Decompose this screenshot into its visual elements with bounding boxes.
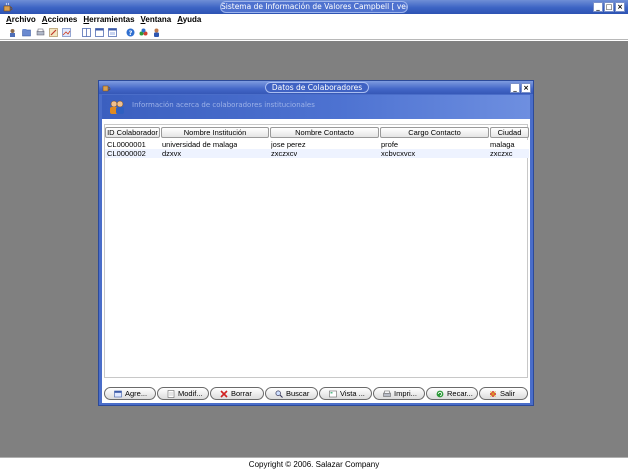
- view-icon: [329, 390, 337, 397]
- header-description: Información acerca de colaboradores inst…: [132, 101, 315, 109]
- action-button-bar: Agre... Modif... Borrar Buscar Vista ...…: [102, 383, 530, 401]
- menu-ventana[interactable]: Ventana: [141, 14, 172, 26]
- frame-minimize-button[interactable]: _: [510, 83, 520, 93]
- delete-button[interactable]: Borrar: [210, 387, 264, 400]
- print-icon[interactable]: [36, 28, 45, 37]
- cell-ciudad: zxczxc: [490, 149, 513, 158]
- column-header-cargo[interactable]: Cargo Contacto: [380, 127, 489, 138]
- user-icon[interactable]: [8, 28, 17, 37]
- reload-button[interactable]: Recar...: [426, 387, 478, 400]
- toolbar: ?: [0, 26, 628, 40]
- column-header-ciudad[interactable]: Ciudad: [490, 127, 529, 138]
- search-button-label: Buscar: [286, 389, 310, 398]
- modify-icon: [167, 389, 175, 398]
- view-button-label: Vista ...: [340, 389, 365, 398]
- close-button[interactable]: ×: [615, 2, 625, 12]
- people-icon: [110, 100, 124, 114]
- colaboradores-table: ID Colaborador Nombre Institución Nombre…: [104, 124, 529, 378]
- column-header-contacto[interactable]: Nombre Contacto: [270, 127, 379, 138]
- cell-institucion: dzxvx: [162, 149, 182, 158]
- status-bar: Copyright © 2006. Salazar Company: [0, 457, 628, 471]
- delete-button-label: Borrar: [231, 389, 252, 398]
- menu-acciones[interactable]: Acciones: [42, 14, 78, 26]
- exit-button-label: Salir: [500, 389, 516, 398]
- menu-ayuda[interactable]: Ayuda: [177, 14, 201, 26]
- cell-id: CL0000001: [107, 140, 146, 149]
- modify-button[interactable]: Modif...: [157, 387, 209, 400]
- edit-icon[interactable]: [49, 28, 58, 37]
- view-button[interactable]: Vista ...: [319, 387, 372, 400]
- svg-text:?: ?: [129, 29, 133, 37]
- column-header-institucion[interactable]: Nombre Institución: [161, 127, 269, 138]
- colaboradores-window: Datos de Colaboradores _ × Información a…: [98, 80, 534, 406]
- app-logo-icon: [3, 2, 13, 12]
- help-icon[interactable]: ?: [126, 28, 135, 37]
- group-icon[interactable]: [139, 28, 148, 37]
- folder-icon[interactable]: [22, 28, 31, 37]
- window-icon[interactable]: [108, 28, 117, 37]
- frame-body: Información acerca de colaboradores inst…: [102, 95, 530, 403]
- person-icon[interactable]: [152, 28, 161, 37]
- cell-cargo: profe: [381, 140, 399, 149]
- minimize-button[interactable]: _: [593, 2, 603, 12]
- app-window-title: Sistema de Información de Valores Campbe…: [220, 1, 408, 13]
- maximize-button[interactable]: □: [604, 2, 614, 12]
- reload-icon: [436, 390, 444, 397]
- layout-icon[interactable]: [82, 28, 91, 37]
- cell-contacto: jose perez: [271, 140, 306, 149]
- exit-icon: [490, 390, 496, 397]
- modify-button-label: Modif...: [178, 389, 203, 398]
- cell-id: CL0000002: [107, 149, 146, 158]
- header-band: Información acerca de colaboradores inst…: [102, 95, 530, 119]
- reload-button-label: Recar...: [447, 389, 473, 398]
- frame-title-bar[interactable]: Datos de Colaboradores _ ×: [99, 81, 533, 94]
- cell-ciudad: malaga: [490, 140, 515, 149]
- menu-bar: Archivo Acciones Herramientas Ventana Ay…: [0, 14, 628, 26]
- delete-icon: [220, 389, 228, 398]
- cell-contacto: zxczxcv: [271, 149, 298, 158]
- print-button-label: Impri...: [394, 389, 417, 398]
- image-icon[interactable]: [62, 28, 71, 37]
- copyright-text: Copyright © 2006. Salazar Company: [248, 460, 380, 469]
- cell-institucion: universidad de malaga: [162, 140, 238, 149]
- frame-title: Datos de Colaboradores: [265, 82, 369, 93]
- frame-logo-icon: [102, 85, 111, 92]
- exit-button[interactable]: Salir: [479, 387, 528, 400]
- column-header-id[interactable]: ID Colaborador: [105, 127, 160, 138]
- table-row[interactable]: CL0000001 universidad de malaga jose per…: [105, 140, 529, 149]
- add-user-icon: [114, 390, 122, 397]
- print-icon: [383, 390, 391, 397]
- add-button-label: Agre...: [125, 389, 148, 398]
- frame-close-button[interactable]: ×: [521, 83, 531, 93]
- table-row[interactable]: CL0000002 dzxvx zxczxcv xcbvcxvcx zxczxc: [105, 149, 529, 158]
- menu-herramientas[interactable]: Herramientas: [83, 14, 134, 26]
- app-title-bar: Sistema de Información de Valores Campbe…: [0, 0, 628, 14]
- search-button[interactable]: Buscar: [265, 387, 318, 400]
- search-icon: [275, 390, 283, 398]
- menu-archivo[interactable]: Archivo: [6, 14, 36, 26]
- print-button[interactable]: Impri...: [373, 387, 425, 400]
- window-icon[interactable]: [95, 28, 104, 37]
- table-header: ID Colaborador Nombre Institución Nombre…: [105, 127, 529, 138]
- cell-cargo: xcbvcxvcx: [381, 149, 416, 158]
- add-button[interactable]: Agre...: [104, 387, 156, 400]
